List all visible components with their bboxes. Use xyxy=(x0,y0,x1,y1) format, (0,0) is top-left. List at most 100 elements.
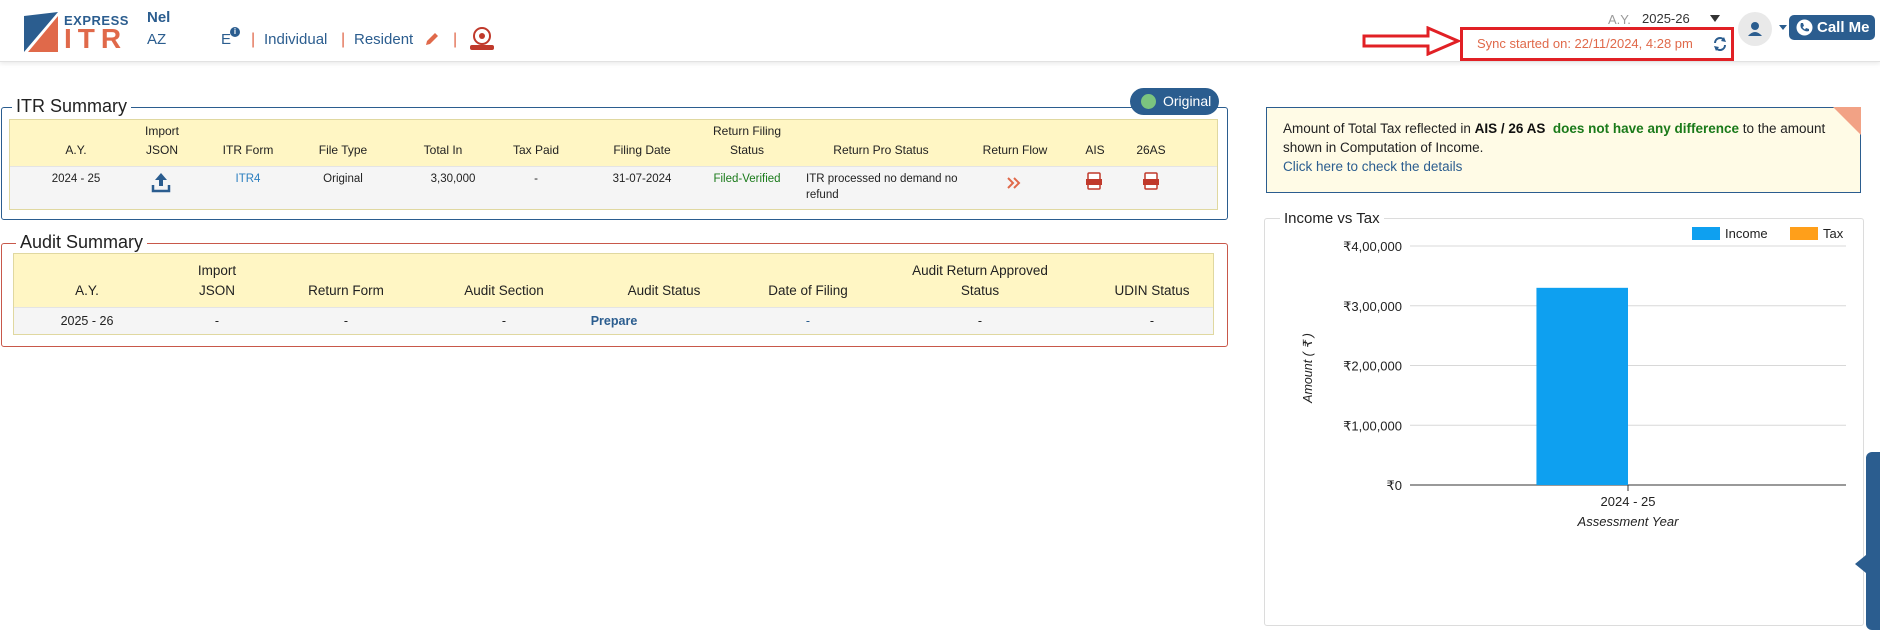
chart-x-axis-label: Assessment Year xyxy=(1577,514,1680,529)
cell-approved-status: - xyxy=(977,314,983,328)
check-details-link[interactable]: Click here to check the details xyxy=(1283,159,1462,174)
col-header-return-filing: Return Filing xyxy=(712,124,782,138)
col-header-total-in: Total In xyxy=(423,143,463,157)
user-code: AZ xyxy=(147,31,167,48)
col-header-date-of-filing: Date of Filing xyxy=(768,283,848,298)
cell-ay: 2024 - 25 xyxy=(51,173,101,185)
ais-notice-green: does not have any difference xyxy=(1552,121,1739,136)
cell-total-in: 3,30,000 xyxy=(430,173,476,185)
x-tick-label: 2024 - 25 xyxy=(1601,494,1656,509)
legend-swatch-income[interactable] xyxy=(1692,227,1720,240)
col-header-return-form: Return Form xyxy=(308,283,384,298)
ay-label: A.Y. xyxy=(1608,12,1631,27)
cell-ay: 2025 - 26 xyxy=(60,314,114,328)
cell-import-json: - xyxy=(214,314,220,328)
legend-label-income[interactable]: Income xyxy=(1725,226,1768,241)
legend-swatch-tax[interactable] xyxy=(1790,227,1818,240)
y-tick-label: ₹0 xyxy=(1386,478,1402,493)
y-tick-label: ₹1,00,000 xyxy=(1343,418,1402,433)
ais-pdf-icon[interactable] xyxy=(1085,172,1103,190)
user-icon xyxy=(1748,22,1762,36)
cell-tax-paid: - xyxy=(534,173,538,185)
y-tick-label: ₹4,00,000 xyxy=(1343,239,1402,254)
itr-summary-table: A.Y. Import JSON ITR Form File Type Tota… xyxy=(9,119,1218,210)
ais-notice-text: Amount of Total Tax reflected in AIS / 2… xyxy=(1283,119,1843,176)
audit-summary-title: Audit Summary xyxy=(16,232,148,253)
col-header-filing-date: Filing Date xyxy=(613,143,671,157)
edit-pencil-icon[interactable] xyxy=(424,31,440,47)
cell-pro-status-line1: ITR processed no demand no xyxy=(806,173,958,185)
col-header-file-type: File Type xyxy=(318,143,368,157)
header-separator: | xyxy=(341,31,346,48)
col-header-ay: A.Y. xyxy=(75,283,99,298)
cell-return-form: - xyxy=(343,314,349,328)
col-header-approved: Audit Return Approved xyxy=(912,263,1048,278)
bar-income-0[interactable] xyxy=(1536,287,1628,485)
itr-summary-title: ITR Summary xyxy=(12,96,132,117)
call-me-button[interactable]: Call Me xyxy=(1789,15,1875,40)
info-icon[interactable]: i xyxy=(230,27,240,37)
sync-status-text: Sync started on: 22/11/2024, 4:28 pm xyxy=(1477,36,1693,51)
cell-file-type: Original xyxy=(323,173,363,185)
col-header-import: Import xyxy=(197,263,237,278)
col-header-import-json: JSON xyxy=(198,283,235,298)
ay-select[interactable]: 2025-26 xyxy=(1636,10,1726,28)
call-me-label: Call Me xyxy=(1817,19,1870,36)
original-badge-label: Original xyxy=(1163,93,1212,109)
avatar-chevron-down-icon[interactable] xyxy=(1779,25,1787,30)
col-header-audit-section: Audit Section xyxy=(464,283,544,298)
audit-summary-table: A.Y. Import JSON Return Form Audit Secti… xyxy=(13,253,1214,335)
income-tax-emblem-icon[interactable] xyxy=(466,26,498,52)
col-header-udin-status: UDIN Status xyxy=(1114,283,1190,298)
col-header-tax-paid: Tax Paid xyxy=(512,143,560,157)
col-header-approved-status: Status xyxy=(960,283,1000,298)
itr-table-header: A.Y. Import JSON ITR Form File Type Tota… xyxy=(10,120,1217,166)
table-row[interactable]: 2025 - 26 - - - Prepare - - - xyxy=(14,307,1213,334)
annotation-arrow-icon xyxy=(1362,26,1462,56)
original-return-badge[interactable]: Original xyxy=(1130,88,1219,115)
logo-itr-text: ITR xyxy=(64,23,128,54)
cell-date-of-filing: - xyxy=(805,314,811,328)
legend-label-tax[interactable]: Tax xyxy=(1823,226,1844,241)
chevron-down-icon xyxy=(1710,15,1720,22)
upload-json-icon[interactable] xyxy=(151,171,171,193)
user-avatar[interactable] xyxy=(1738,12,1772,46)
return-flow-icon[interactable] xyxy=(1006,176,1022,190)
cell-pro-status-line2: refund xyxy=(806,189,839,201)
chart-y-axis-label: Amount ( ₹ ) xyxy=(1301,333,1315,404)
ais-notice-prefix: Amount of Total Tax reflected in xyxy=(1283,121,1475,136)
cell-filing-date: 31-07-2024 xyxy=(612,173,672,185)
income-vs-tax-chart: ₹0 ₹1,00,000 ₹2,00,000 ₹3,00,000 ₹4,00,000 20… xyxy=(1301,226,1846,529)
cell-udin-status: - xyxy=(1149,314,1155,328)
col-header-ais: AIS xyxy=(1085,143,1105,157)
y-tick-label: ₹3,00,000 xyxy=(1343,299,1402,314)
col-header-ay: A.Y. xyxy=(65,143,87,157)
top-header: EXPRESS ITR Nel AZ E i | Individual | Re… xyxy=(0,0,1880,62)
status-individual-link[interactable]: Individual xyxy=(264,31,327,48)
drawer-arrow-icon[interactable] xyxy=(1855,555,1866,573)
table-row[interactable]: 2024 - 25 ITR4 Original 3,30,000 - 31-07… xyxy=(10,166,1217,209)
prepare-audit-link[interactable]: Prepare xyxy=(544,314,684,328)
side-drawer-tab[interactable] xyxy=(1866,452,1880,630)
col-header-audit-status: Audit Status xyxy=(627,283,701,298)
header-separator: | xyxy=(251,31,256,48)
col-header-return-flow: Return Flow xyxy=(982,143,1048,157)
cell-filing-status: Filed-Verified xyxy=(713,173,781,185)
itr-form-link[interactable]: ITR4 xyxy=(208,173,288,185)
col-header-itr-form: ITR Form xyxy=(222,143,274,157)
col-header-26as: 26AS xyxy=(1136,143,1166,157)
col-header-import: Import xyxy=(144,124,179,138)
ais-difference-notice: Amount of Total Tax reflected in AIS / 2… xyxy=(1266,107,1861,193)
col-header-import-json: JSON xyxy=(145,143,178,157)
return-type-icon xyxy=(1141,94,1156,109)
26as-pdf-icon[interactable] xyxy=(1142,172,1160,190)
col-header-return-pro-status: Return Pro Status xyxy=(833,143,929,157)
ais-notice-bold: AIS / 26 AS xyxy=(1474,121,1546,136)
logo-mark-icon xyxy=(24,12,58,52)
refresh-icon[interactable] xyxy=(1712,36,1728,52)
status-resident-link[interactable]: Resident xyxy=(354,31,413,48)
user-name: Nel xyxy=(147,9,171,26)
col-header-return-filing-status: Status xyxy=(729,143,765,157)
express-itr-logo[interactable]: EXPRESS ITR xyxy=(24,10,130,54)
audit-table-header: A.Y. Import JSON Return Form Audit Secti… xyxy=(14,254,1213,307)
